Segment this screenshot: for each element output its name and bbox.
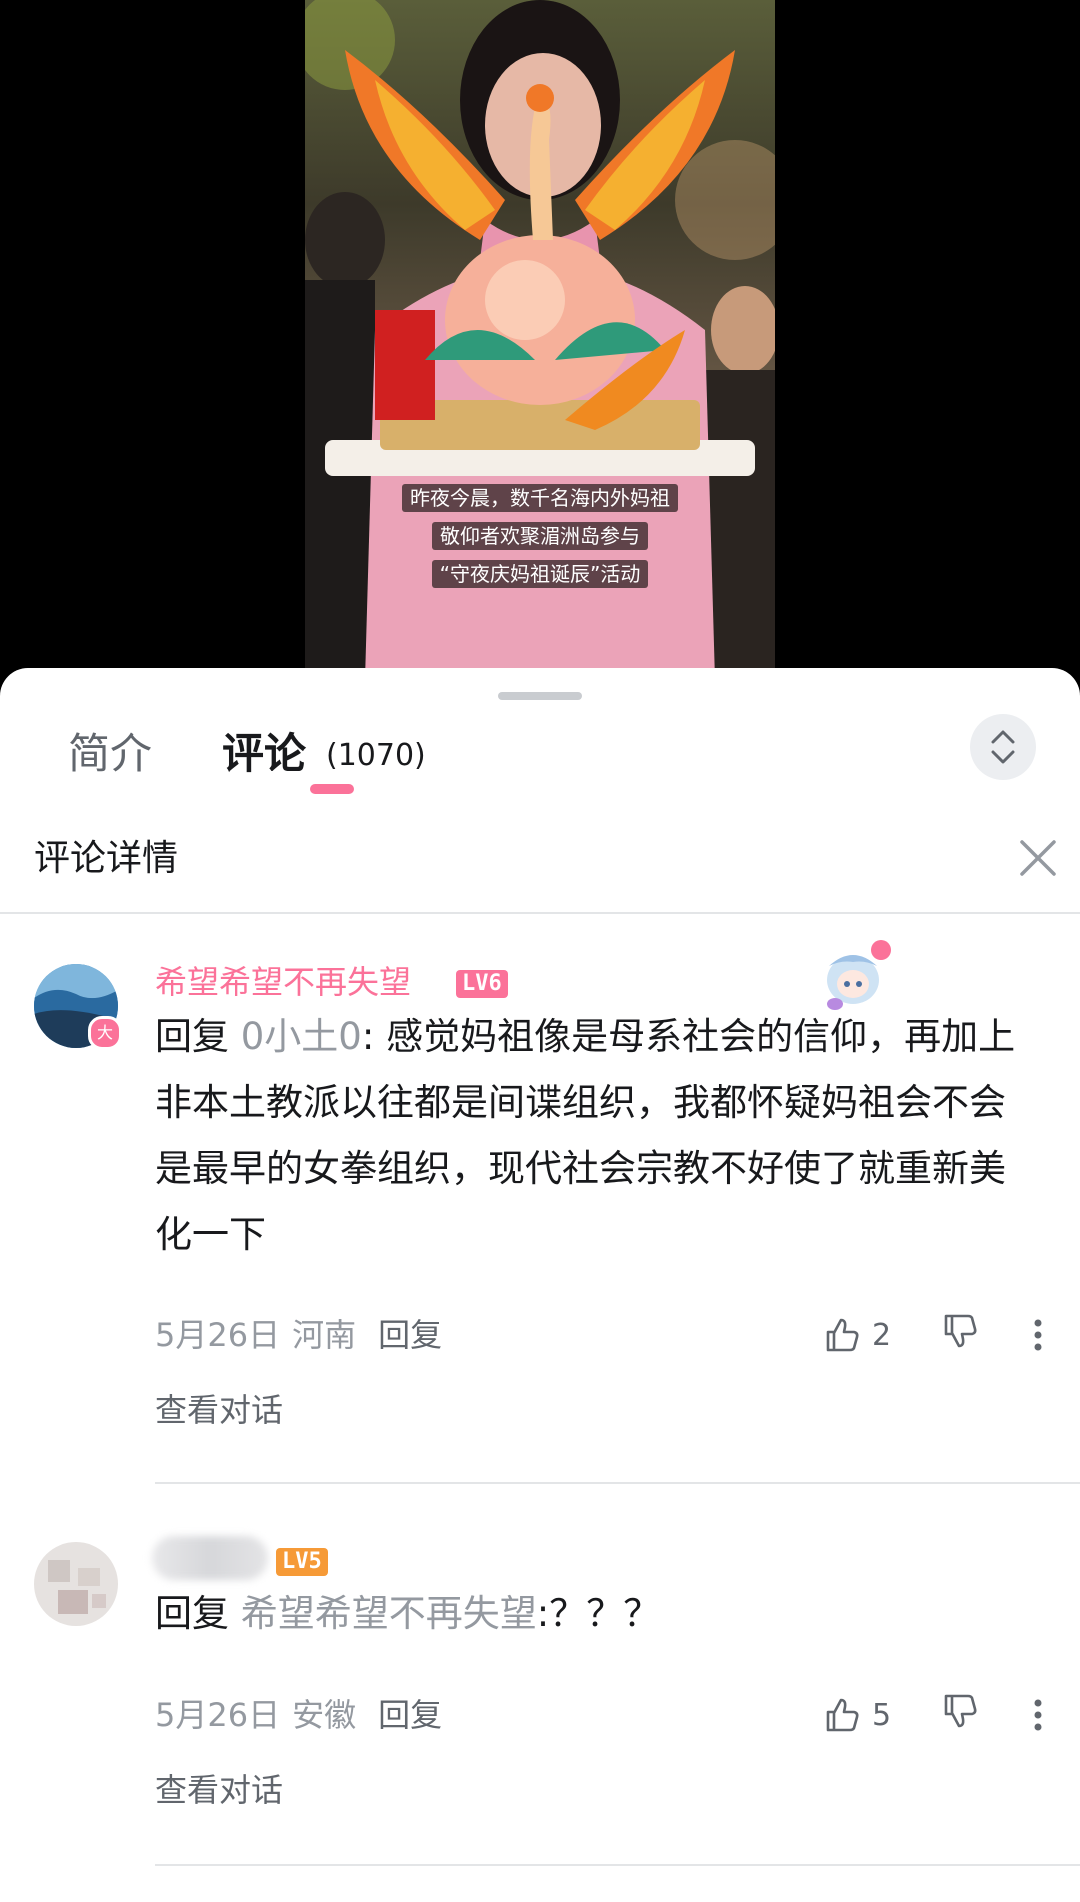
comment-content: 回复 希望希望不再失望:？？？ [155,1581,1035,1647]
tab-comments[interactable]: 评论 [222,724,306,784]
tab-intro[interactable]: 简介 [68,724,152,784]
reply-button[interactable]: 回复 [378,1316,442,1354]
avatar-image [34,1542,118,1626]
comment-content: 回复 0小土0: 感觉妈祖像是母系社会的信仰，再加上非本土教派以往都是间谍组织，… [155,1004,1035,1268]
more-options-button[interactable] [1020,1691,1056,1739]
more-options-button[interactable] [1020,1311,1056,1359]
comment-divider [155,1482,1080,1484]
comment-text: :？？？ [536,1592,661,1635]
view-conversation-link[interactable]: 查看对话 [155,1386,283,1434]
sheet-drag-handle[interactable] [498,692,582,700]
comment-date: 5月26日 [155,1696,281,1734]
thumbs-up-icon [826,1318,859,1352]
more-vertical-icon [1034,1319,1042,1351]
comment-location: 安徽 [292,1696,357,1734]
thumbs-down-icon [944,1314,977,1348]
dislike-button[interactable] [940,1311,986,1359]
comment-meta: 5月26日 安徽 回复 [155,1691,442,1739]
video-frame[interactable]: 昨夜今晨，数千名海内外妈祖 敬仰者欢聚湄洲岛参与 “守夜庆妈祖诞辰”活动 [305,0,775,680]
like-count: 2 [872,1317,892,1353]
avatar-badge: 大 [88,1016,122,1050]
comment-username[interactable]: 希望希望不再失望 [155,958,411,1006]
video-player[interactable]: 昨夜今晨，数千名海内外妈祖 敬仰者欢聚湄洲岛参与 “守夜庆妈祖诞辰”活动 [0,0,1080,680]
comment-meta: 5月26日 河南 回复 [155,1311,442,1359]
comments-sheet: 简介 评论 (1070) 评论详情 大 希望希望不再失望 LV6 回复 0小土0… [0,668,1080,1902]
dislike-button[interactable] [940,1691,986,1739]
like-count: 5 [872,1697,892,1733]
more-vertical-icon [1034,1699,1042,1731]
close-button[interactable] [1016,836,1060,880]
comments-count: (1070) [326,738,426,773]
video-subtitle-line: 敬仰者欢聚湄洲岛参与 [305,518,775,554]
decoration-sticker [827,940,891,1010]
level-badge: LV5 [276,1548,328,1576]
comment-location: 河南 [292,1316,357,1354]
thumbs-down-icon [944,1694,977,1728]
like-button[interactable]: 2 [822,1311,932,1359]
reply-prefix: 回复 [155,1592,241,1635]
video-subtitle-line: 昨夜今晨，数千名海内外妈祖 [305,480,775,516]
comment-detail-title: 评论详情 [34,838,179,879]
level-badge: LV6 [456,970,508,998]
expand-collapse-button[interactable] [970,714,1036,780]
reply-target-username[interactable]: 希望希望不再失望 [241,1592,537,1635]
reply-button[interactable]: 回复 [378,1696,442,1734]
avatar[interactable] [34,1542,118,1626]
comment-date: 5月26日 [155,1316,281,1354]
thumbs-up-icon [826,1698,859,1732]
header-divider [0,912,1080,914]
video-subtitle-line: “守夜庆妈祖诞辰”活动 [305,556,775,592]
comment-divider [155,1864,1080,1866]
expand-collapse-icon [991,730,1015,764]
view-conversation-link[interactable]: 查看对话 [155,1766,283,1814]
close-icon [1020,840,1056,876]
reply-prefix: 回复 [155,1015,241,1058]
username-blurred[interactable] [152,1536,268,1580]
like-button[interactable]: 5 [822,1691,932,1739]
reply-target-username[interactable]: 0小土0 [241,1015,362,1058]
active-tab-indicator [310,784,354,794]
